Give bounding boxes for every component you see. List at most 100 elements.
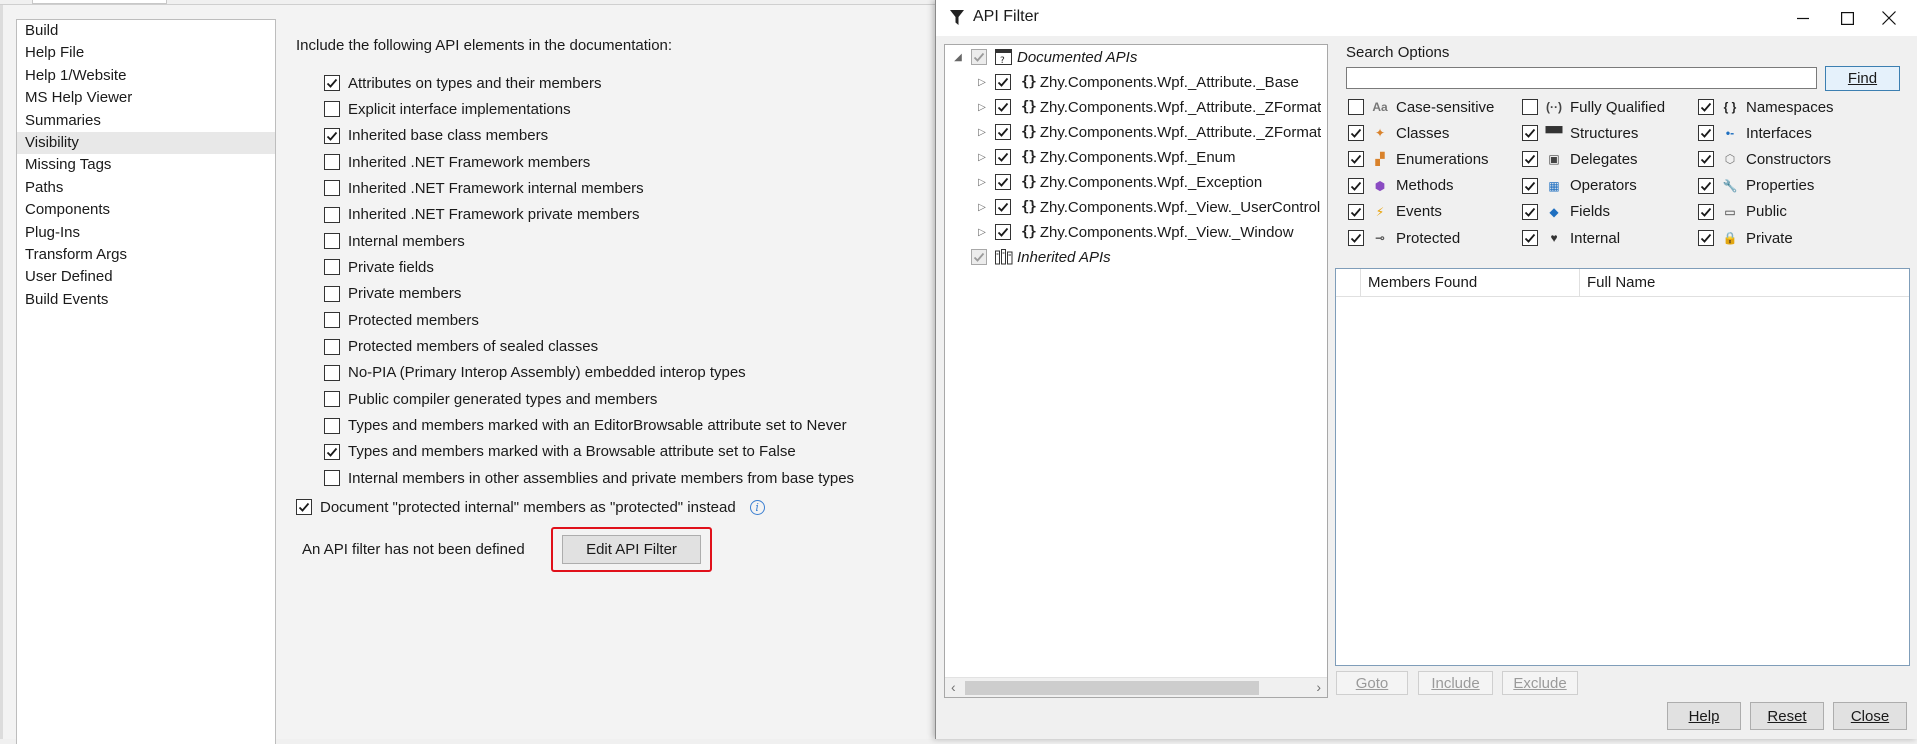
search-option-checkbox[interactable]	[1698, 230, 1714, 246]
search-option-checkbox[interactable]	[1522, 230, 1538, 246]
visibility-option-checkbox[interactable]	[324, 233, 340, 250]
expand-arrow-icon[interactable]: ▷	[975, 102, 989, 113]
collapse-arrow-icon[interactable]: ◢	[951, 52, 965, 63]
edit-api-filter-button[interactable]: Edit API Filter	[562, 535, 701, 564]
scroll-thumb[interactable]	[965, 681, 1259, 695]
nav-item-user-defined[interactable]: User Defined	[17, 266, 275, 288]
search-option-classes[interactable]: ✦ Classes	[1348, 123, 1449, 143]
info-icon[interactable]: i	[749, 499, 765, 515]
nav-item-help-file[interactable]: Help File	[17, 42, 275, 64]
help-button[interactable]: Help	[1667, 702, 1741, 730]
tree-namespace-item[interactable]: ▷ {} Zhy.Components.Wpf._View._Window	[975, 220, 1293, 244]
search-option-methods[interactable]: ⬢ Methods	[1348, 176, 1454, 196]
search-option-public[interactable]: ▭ Public	[1698, 202, 1787, 222]
search-option-checkbox[interactable]	[1522, 125, 1538, 142]
namespace-checkbox[interactable]	[995, 199, 1011, 215]
search-option-checkbox[interactable]	[1348, 230, 1364, 246]
visibility-option[interactable]: Internal members in other assemblies and…	[324, 468, 854, 488]
nav-item-transform-args[interactable]: Transform Args	[17, 244, 275, 266]
column-members-found[interactable]: Members Found	[1360, 269, 1579, 297]
expand-arrow-icon[interactable]: ▷	[975, 152, 989, 163]
exclude-button[interactable]: Exclude	[1502, 671, 1578, 695]
search-option-checkbox[interactable]	[1698, 177, 1714, 194]
tree-horizontal-scrollbar[interactable]: ‹ ›	[945, 677, 1327, 697]
namespace-checkbox[interactable]	[995, 224, 1011, 240]
column-full-name[interactable]: Full Name	[1579, 269, 1909, 297]
visibility-option[interactable]: Types and members marked with an EditorB…	[324, 416, 847, 436]
visibility-option[interactable]: Private fields	[324, 257, 434, 277]
search-option-fields[interactable]: ◆ Fields	[1522, 202, 1610, 222]
scroll-right-icon[interactable]: ›	[1316, 679, 1321, 695]
namespace-checkbox[interactable]	[995, 124, 1011, 140]
namespace-checkbox[interactable]	[995, 149, 1011, 165]
search-option-enumerations[interactable]: ▞ Enumerations	[1348, 149, 1489, 169]
visibility-option-checkbox[interactable]	[324, 101, 340, 118]
visibility-option[interactable]: Internal members	[324, 231, 465, 251]
search-option-structures[interactable]: ▀▀ Structures	[1522, 123, 1638, 143]
visibility-option[interactable]: Public compiler generated types and memb…	[324, 389, 657, 409]
visibility-option[interactable]: Private members	[324, 284, 461, 304]
visibility-option[interactable]: No-PIA (Primary Interop Assembly) embedd…	[324, 363, 746, 383]
search-option-checkbox[interactable]	[1522, 151, 1538, 168]
tree-namespace-item[interactable]: ▷ {} Zhy.Components.Wpf._Attribute._ZForma…	[975, 120, 1321, 144]
nav-item-help-1-website[interactable]: Help 1/Website	[17, 65, 275, 87]
search-option-operators[interactable]: ▦ Operators	[1522, 176, 1637, 196]
visibility-option[interactable]: Types and members marked with a Browsabl…	[324, 442, 796, 462]
nav-item-ms-help-viewer[interactable]: MS Help Viewer	[17, 87, 275, 109]
search-option-checkbox[interactable]	[1522, 203, 1538, 220]
close-window-button[interactable]	[1860, 0, 1917, 36]
search-option-checkbox[interactable]	[1348, 177, 1364, 194]
api-tree[interactable]: ◢ ? Documented APIs ▷{} Zhy.Components.Wp…	[944, 44, 1328, 698]
search-option-checkbox[interactable]	[1522, 99, 1538, 115]
tree-namespace-item[interactable]: ▷ {} Zhy.Components.Wpf._Enum	[975, 145, 1235, 169]
expand-arrow-icon[interactable]: ▷	[975, 127, 989, 138]
visibility-option[interactable]: Inherited .NET Framework private members	[324, 205, 639, 225]
tree-namespace-item[interactable]: ▷ {} Zhy.Components.Wpf._View._UserControl	[975, 195, 1320, 219]
search-option-internal[interactable]: ♥ Internal	[1522, 228, 1620, 248]
visibility-option-checkbox[interactable]	[324, 206, 340, 223]
search-option-case-sensitive[interactable]: Aa Case-sensitive	[1348, 97, 1494, 117]
tree-inherited-apis[interactable]: Inherited APIs	[951, 245, 1111, 269]
search-option-constructors[interactable]: ⬡ Constructors	[1698, 149, 1831, 169]
scroll-left-icon[interactable]: ‹	[951, 679, 956, 695]
search-option-checkbox[interactable]	[1348, 203, 1364, 220]
visibility-option[interactable]: Inherited .NET Framework members	[324, 152, 590, 172]
visibility-option-checkbox[interactable]	[324, 417, 340, 434]
visibility-option[interactable]: Inherited base class members	[324, 126, 548, 146]
members-found-grid[interactable]: Members Found Full Name	[1335, 268, 1910, 666]
visibility-option-checkbox[interactable]	[324, 259, 340, 276]
reset-button[interactable]: Reset	[1750, 702, 1824, 730]
visibility-option-checkbox[interactable]	[324, 127, 340, 144]
nav-item-summaries[interactable]: Summaries	[17, 110, 275, 132]
search-option-checkbox[interactable]	[1348, 151, 1364, 168]
goto-button[interactable]: Goto	[1336, 671, 1408, 695]
namespace-checkbox[interactable]	[995, 99, 1011, 115]
search-option-interfaces[interactable]: •- Interfaces	[1698, 123, 1812, 143]
search-option-checkbox[interactable]	[1698, 125, 1714, 142]
search-option-checkbox[interactable]	[1698, 151, 1714, 168]
visibility-option-checkbox[interactable]	[324, 75, 340, 91]
expand-arrow-icon[interactable]: ▷	[975, 202, 989, 213]
nav-item-build[interactable]: Build	[17, 20, 275, 42]
nav-item-paths[interactable]: Paths	[17, 177, 275, 199]
tree-root-documented-apis[interactable]: ◢ ? Documented APIs	[951, 45, 1137, 69]
search-option-protected[interactable]: ⊸ Protected	[1348, 228, 1460, 248]
visibility-option-checkbox[interactable]	[324, 338, 340, 355]
visibility-option-checkbox[interactable]	[324, 180, 340, 197]
visibility-option[interactable]: Inherited .NET Framework internal member…	[324, 178, 644, 198]
visibility-option[interactable]: Protected members	[324, 310, 479, 330]
search-option-checkbox[interactable]	[1522, 177, 1538, 194]
namespace-checkbox[interactable]	[995, 174, 1011, 190]
properties-category-list[interactable]: Build Help File Help 1/Website MS Help View…	[16, 19, 276, 744]
nav-item-build-events[interactable]: Build Events	[17, 289, 275, 311]
tree-root-checkbox[interactable]	[971, 49, 987, 65]
search-option-private[interactable]: 🔒 Private	[1698, 228, 1793, 248]
expand-arrow-icon[interactable]: ▷	[975, 227, 989, 238]
tree-namespace-item[interactable]: ▷ {} Zhy.Components.Wpf._Exception	[975, 170, 1262, 194]
expand-arrow-icon[interactable]: ▷	[975, 77, 989, 88]
nav-item-plug-ins[interactable]: Plug-Ins	[17, 222, 275, 244]
search-option-namespaces[interactable]: { } Namespaces	[1698, 97, 1834, 117]
search-option-events[interactable]: ⚡ Events	[1348, 202, 1442, 222]
protected-internal-checkbox[interactable]	[296, 499, 312, 515]
visibility-option-checkbox[interactable]	[324, 443, 340, 460]
